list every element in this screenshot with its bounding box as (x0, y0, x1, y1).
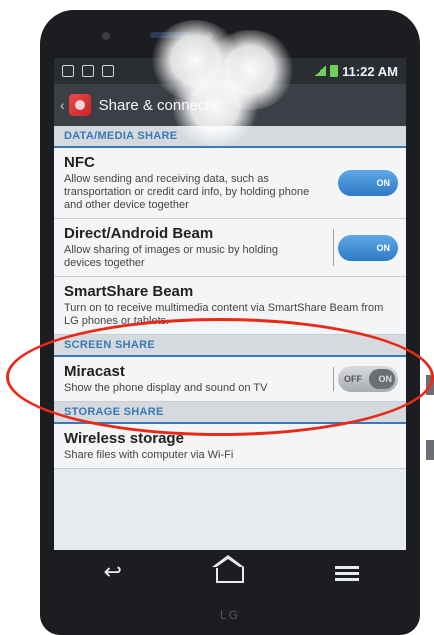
miracast-toggle-on-label: ON (378, 374, 393, 384)
setting-row-miracast[interactable]: Miracast Show the phone display and soun… (54, 357, 406, 402)
setting-row-smartshare[interactable]: SmartShare Beam Turn on to receive multi… (54, 277, 406, 335)
nfc-label: NFC (64, 154, 95, 171)
miracast-toggle[interactable]: OFF ON (338, 366, 398, 392)
back-icon: ↩ (103, 559, 122, 584)
media-icon (102, 65, 114, 77)
menu-icon (335, 565, 360, 569)
smartshare-label: SmartShare Beam (64, 283, 194, 300)
sensor-dot (102, 32, 110, 40)
notification-icon (62, 65, 74, 77)
setting-row-nfc[interactable]: NFC Allow sending and receiving data, su… (54, 148, 406, 219)
status-time: 11:22 AM (342, 63, 398, 79)
miracast-toggle-off-label: OFF (344, 374, 362, 384)
back-arrow-icon[interactable]: ‹ (60, 97, 65, 113)
battery-icon (330, 65, 339, 77)
clamp-right (426, 375, 434, 395)
beam-toggle-label: ON (376, 242, 391, 253)
light-glare (170, 66, 260, 146)
setting-row-wireless-storage[interactable]: Wireless storage Share files with comput… (54, 424, 406, 469)
wireless-storage-label: Wireless storage (64, 430, 184, 447)
row-divider (333, 229, 334, 266)
section-header-screen-share: SCREEN SHARE (54, 335, 406, 357)
nav-bar: ↩ (54, 550, 406, 594)
brand-logo: LG (219, 608, 240, 622)
home-button[interactable] (205, 555, 255, 587)
wireless-storage-description: Share files with computer via Wi-Fi (64, 449, 234, 461)
section-header-storage-share: STORAGE SHARE (54, 402, 406, 424)
signal-icon (314, 66, 327, 76)
row-divider (333, 367, 334, 391)
nfc-toggle-label: ON (376, 178, 391, 188)
back-button[interactable]: ↩ (88, 557, 138, 587)
clamp-right-lower (426, 440, 434, 460)
menu-button[interactable] (322, 557, 372, 587)
beam-toggle[interactable]: ON (338, 234, 398, 261)
storage-icon (82, 65, 94, 77)
home-icon (211, 555, 244, 583)
share-connect-app-icon[interactable] (68, 94, 91, 116)
smartshare-description: Turn on to receive multimedia content vi… (64, 302, 384, 327)
nfc-toggle[interactable]: ON (338, 170, 398, 196)
setting-row-beam[interactable]: Direct/Android Beam Allow sharing of ima… (54, 219, 406, 277)
